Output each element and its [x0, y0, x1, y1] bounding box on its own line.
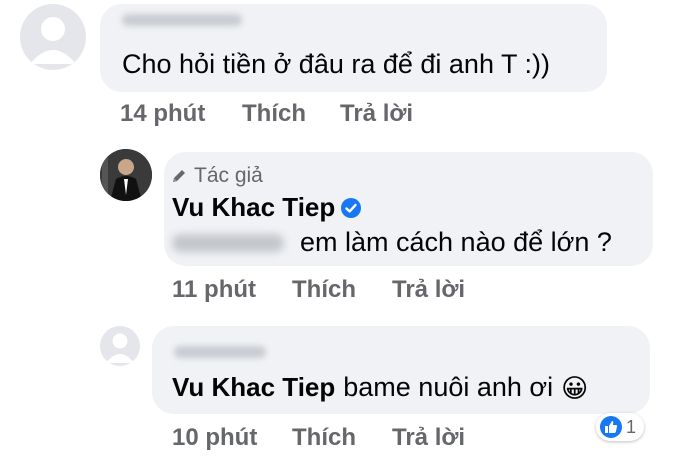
author-avatar[interactable] — [100, 149, 152, 201]
comment-text: Cho hỏi tiền ở đâu ra để đi anh T :)) — [122, 49, 550, 79]
reply-like-button[interactable]: Thích — [292, 424, 356, 452]
blurred-mention — [172, 233, 284, 252]
reaction-count: 1 — [626, 416, 637, 437]
blurred-commenter-name — [174, 346, 266, 358]
comment-time[interactable]: 14 phút — [120, 100, 205, 128]
blurred-commenter-name — [122, 14, 242, 26]
reply-time[interactable]: 10 phút — [172, 424, 257, 452]
default-avatar-icon — [106, 333, 134, 363]
author-photo-icon — [100, 149, 152, 201]
reply-commenter-avatar[interactable] — [100, 326, 140, 366]
author-reply-time[interactable]: 11 phút — [172, 276, 256, 304]
grinning-emoji-icon: 😀 — [561, 372, 589, 403]
verified-badge-icon — [341, 197, 362, 218]
author-like-button[interactable]: Thích — [292, 276, 356, 304]
reply-content: Vu Khac Tiep bame nuôi anh ơi 😀 — [172, 372, 588, 403]
author-name[interactable]: Vu Khac Tiep — [172, 192, 335, 223]
reply-button[interactable]: Trả lời — [340, 100, 413, 128]
comment-bubble: Cho hỏi tiền ở đâu ra để đi anh T :)) — [100, 4, 607, 92]
author-tag-label: Tác giả — [194, 164, 263, 187]
author-reply-button[interactable]: Trả lời — [392, 276, 465, 304]
commenter-avatar[interactable] — [20, 4, 86, 70]
mention-tag[interactable]: Vu Khac Tiep — [172, 372, 335, 403]
author-reply-text: em làm cách nào để lớn ? — [300, 227, 612, 257]
reaction-summary[interactable]: 1 — [596, 413, 645, 441]
like-reaction-icon — [600, 416, 622, 438]
author-name-row: Vu Khac Tiep — [172, 192, 362, 223]
like-button[interactable]: Thích — [242, 100, 306, 128]
author-reply-content: em làm cách nào để lớn ? — [172, 227, 612, 258]
reply-bubble: Vu Khac Tiep bame nuôi anh ơi 😀 — [152, 326, 650, 414]
reply-reply-button[interactable]: Trả lời — [392, 424, 465, 452]
pencil-icon — [173, 170, 185, 182]
default-avatar-icon — [30, 17, 76, 64]
author-reply-bubble: Tác giả Vu Khac Tiep em làm cách nào để … — [164, 152, 653, 266]
author-tag: Tác giả — [170, 164, 263, 188]
reply-text: bame nuôi anh ơi — [343, 372, 554, 402]
